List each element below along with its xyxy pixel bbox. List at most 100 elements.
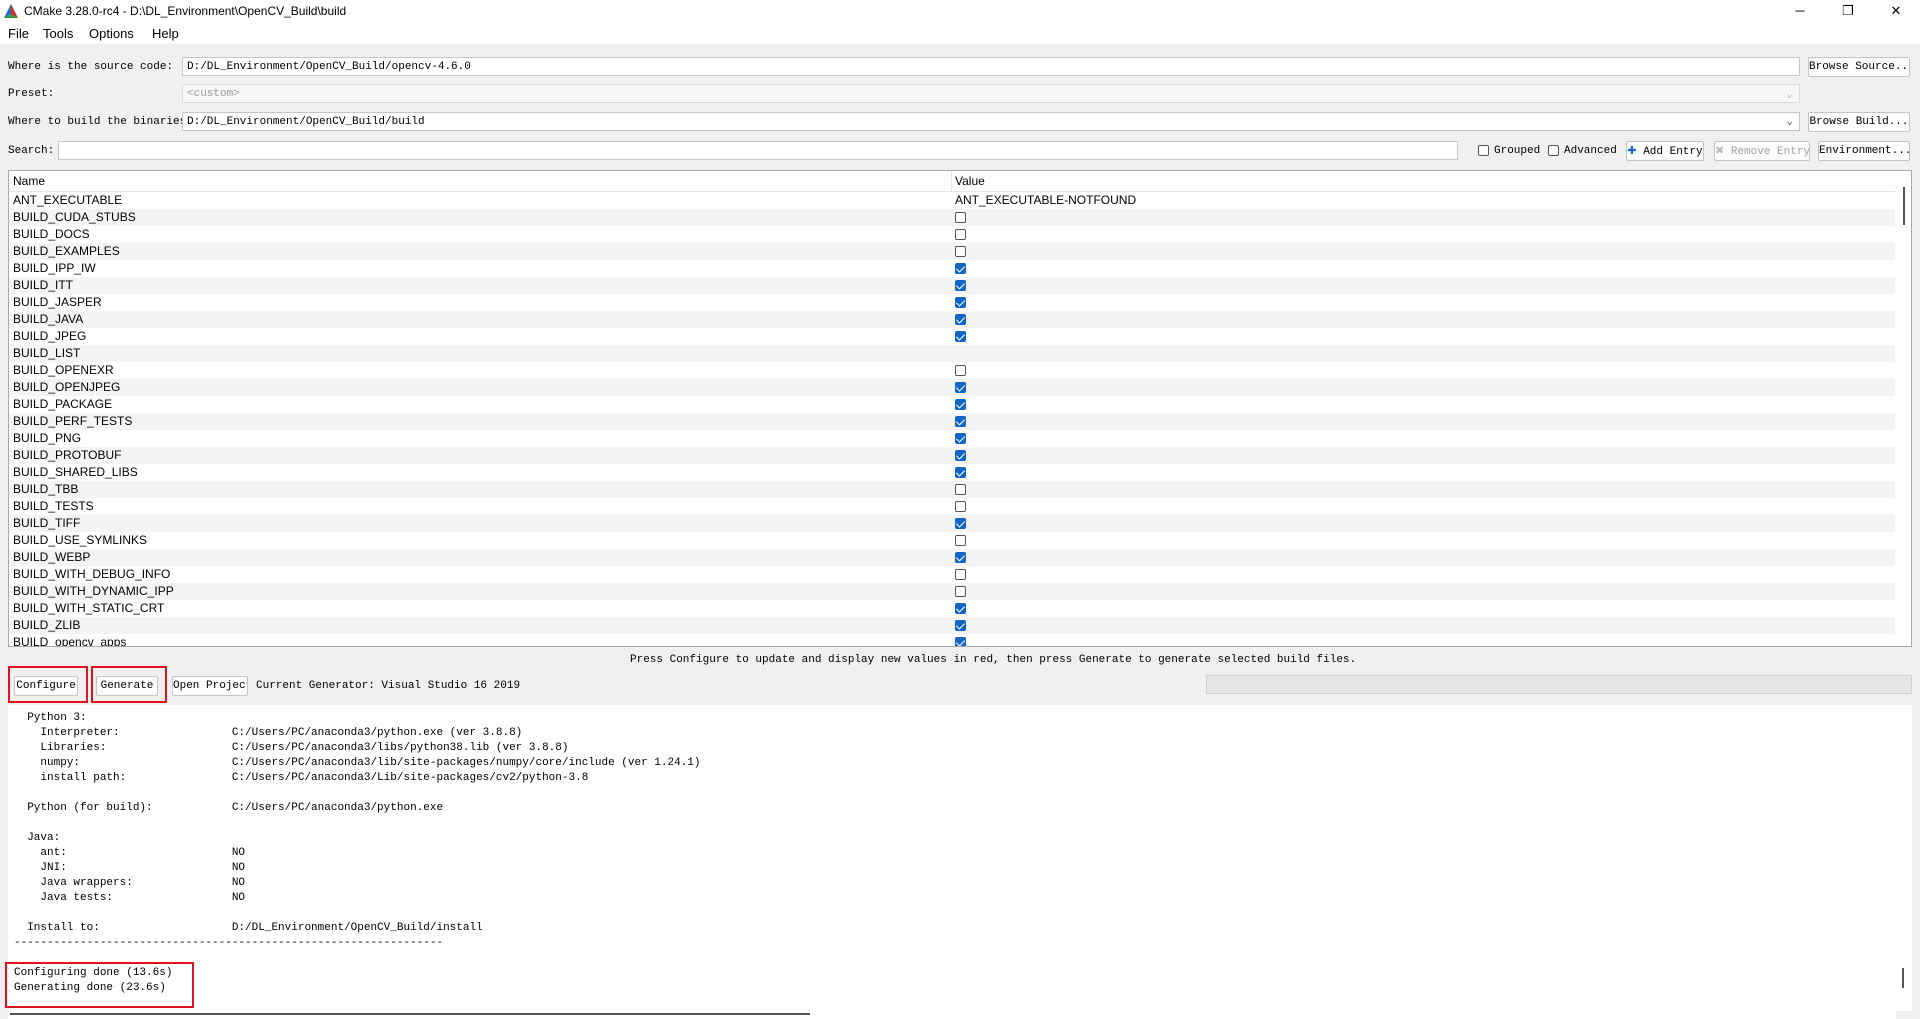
cache-entry-checkbox[interactable] (955, 484, 966, 495)
cache-entry-checkbox[interactable] (955, 603, 966, 614)
column-header-value[interactable]: Value (955, 174, 985, 188)
table-row[interactable]: BUILD_WITH_STATIC_CRT (9, 600, 1897, 617)
table-row[interactable]: BUILD_OPENJPEG (9, 379, 1897, 396)
output-line: Python (for build): C:/Users/PC/anaconda… (14, 802, 444, 814)
cache-entry-checkbox[interactable] (955, 518, 966, 529)
table-row[interactable]: BUILD_WITH_DEBUG_INFO (9, 566, 1897, 583)
table-row[interactable]: ANT_EXECUTABLE ANT_EXECUTABLE-NOTFOUND (9, 192, 1897, 209)
cache-entry-checkbox[interactable] (955, 637, 966, 646)
plus-icon: ✚ (1627, 144, 1637, 157)
cache-entry-checkbox[interactable] (955, 382, 966, 393)
build-path-value: D:/DL_Environment/OpenCV_Build/build (187, 116, 425, 128)
close-button[interactable]: ✕ (1874, 0, 1918, 22)
cache-entry-name: ANT_EXECUTABLE (13, 193, 123, 207)
table-row[interactable]: BUILD_DOCS (9, 226, 1897, 243)
table-row[interactable]: BUILD_TIFF (9, 515, 1897, 532)
table-row[interactable]: BUILD_IPP_IW (9, 260, 1897, 277)
cache-entry-checkbox[interactable] (955, 212, 966, 223)
environment-button[interactable]: Environment... (1818, 141, 1910, 161)
maximize-button[interactable]: ❐ (1826, 0, 1870, 22)
advanced-label: Advanced (1564, 145, 1617, 157)
menu-options[interactable]: Options (89, 26, 134, 41)
browse-source-button[interactable]: Browse Source... (1808, 57, 1910, 77)
cmake-logo-icon (4, 4, 18, 18)
table-row[interactable]: BUILD_LIST (9, 345, 1897, 362)
build-path-combo[interactable]: D:/DL_Environment/OpenCV_Build/build ⌄ (182, 112, 1800, 131)
cache-entry-checkbox[interactable] (955, 535, 966, 546)
preset-select[interactable]: <custom> ⌄ (182, 84, 1800, 103)
table-row[interactable]: BUILD_JPEG (9, 328, 1897, 345)
cache-entry-checkbox[interactable] (955, 552, 966, 563)
output-line: Python 3: (14, 712, 87, 724)
cache-entry-value (955, 567, 966, 583)
cache-entry-checkbox[interactable] (955, 450, 966, 461)
table-row[interactable]: BUILD_PACKAGE (9, 396, 1897, 413)
table-row[interactable]: BUILD_opencv_apps (9, 634, 1897, 646)
source-label: Where is the source code: (8, 61, 174, 73)
table-row[interactable]: BUILD_CUDA_STUBS (9, 209, 1897, 226)
cache-entry-checkbox[interactable] (955, 586, 966, 597)
cache-entry-checkbox[interactable] (955, 569, 966, 580)
table-row[interactable]: BUILD_TESTS (9, 498, 1897, 515)
cache-entry-checkbox[interactable] (955, 501, 966, 512)
cache-entry-checkbox[interactable] (955, 280, 966, 291)
table-row[interactable]: BUILD_PROTOBUF (9, 447, 1897, 464)
cache-entry-checkbox[interactable] (955, 314, 966, 325)
table-scrollbar-thumb[interactable] (1903, 187, 1905, 225)
advanced-checkbox[interactable] (1548, 145, 1559, 156)
cache-entry-checkbox[interactable] (955, 620, 966, 631)
add-entry-button[interactable]: ✚ Add Entry (1626, 141, 1704, 161)
cache-entry-value (955, 312, 966, 328)
table-row[interactable]: BUILD_ITT (9, 277, 1897, 294)
cache-entry-value[interactable]: ANT_EXECUTABLE-NOTFOUND (955, 193, 1136, 207)
output-scrollbar[interactable] (1896, 705, 1912, 1011)
cache-entry-value (955, 533, 966, 549)
cache-entry-checkbox[interactable] (955, 416, 966, 427)
table-row[interactable]: BUILD_JASPER (9, 294, 1897, 311)
open-project-button[interactable]: Open Project (172, 676, 248, 696)
output-line: ----------------------------------------… (14, 937, 444, 949)
cache-entry-checkbox[interactable] (955, 467, 966, 478)
cache-entry-checkbox[interactable] (955, 365, 966, 376)
configure-button[interactable]: Configure (14, 676, 78, 696)
chevron-down-icon: ⌄ (1786, 116, 1793, 128)
cache-entry-value (955, 465, 966, 481)
cache-entry-checkbox[interactable] (955, 331, 966, 342)
table-row[interactable]: BUILD_JAVA (9, 311, 1897, 328)
browse-build-button[interactable]: Browse Build... (1808, 112, 1910, 132)
cache-entry-checkbox[interactable] (955, 433, 966, 444)
table-row[interactable]: BUILD_PNG (9, 430, 1897, 447)
menu-tools[interactable]: Tools (43, 26, 73, 41)
cache-entry-checkbox[interactable] (955, 246, 966, 257)
table-row[interactable]: BUILD_PERF_TESTS (9, 413, 1897, 430)
table-row[interactable]: BUILD_OPENEXR (9, 362, 1897, 379)
table-row[interactable]: BUILD_USE_SYMLINKS (9, 532, 1897, 549)
table-row[interactable]: BUILD_ZLIB (9, 617, 1897, 634)
source-path-input[interactable]: D:/DL_Environment/OpenCV_Build/opencv-4.… (182, 57, 1800, 76)
cache-entry-name: BUILD_LIST (13, 346, 81, 360)
search-input[interactable] (58, 141, 1458, 160)
grouped-checkbox[interactable] (1478, 145, 1489, 156)
table-row[interactable]: BUILD_SHARED_LIBS (9, 464, 1897, 481)
minimize-button[interactable]: ─ (1778, 0, 1822, 22)
menu-file[interactable]: File (8, 26, 29, 41)
remove-entry-button[interactable]: ✖ Remove Entry (1714, 141, 1810, 161)
cache-entry-checkbox[interactable] (955, 399, 966, 410)
table-row[interactable]: BUILD_WEBP (9, 549, 1897, 566)
cache-entry-checkbox[interactable] (955, 263, 966, 274)
cache-entry-value (955, 363, 966, 379)
menu-help[interactable]: Help (152, 26, 179, 41)
table-scrollbar[interactable] (1895, 171, 1911, 646)
table-row[interactable]: BUILD_EXAMPLES (9, 243, 1897, 260)
generate-button[interactable]: Generate (96, 676, 158, 696)
cache-entry-name: BUILD_TBB (13, 482, 79, 496)
cache-entry-checkbox[interactable] (955, 229, 966, 240)
column-header-name[interactable]: Name (13, 174, 45, 188)
table-row[interactable]: BUILD_TBB (9, 481, 1897, 498)
cache-table: Name Value ANT_EXECUTABLE ANT_EXECUTABLE-… (8, 170, 1912, 647)
cache-entry-name: BUILD_USE_SYMLINKS (13, 533, 148, 547)
output-scrollbar-thumb[interactable] (1902, 968, 1904, 988)
cache-entry-checkbox[interactable] (955, 297, 966, 308)
table-row[interactable]: BUILD_WITH_DYNAMIC_IPP (9, 583, 1897, 600)
output-horizontal-scrollbar-thumb[interactable] (10, 1013, 810, 1015)
